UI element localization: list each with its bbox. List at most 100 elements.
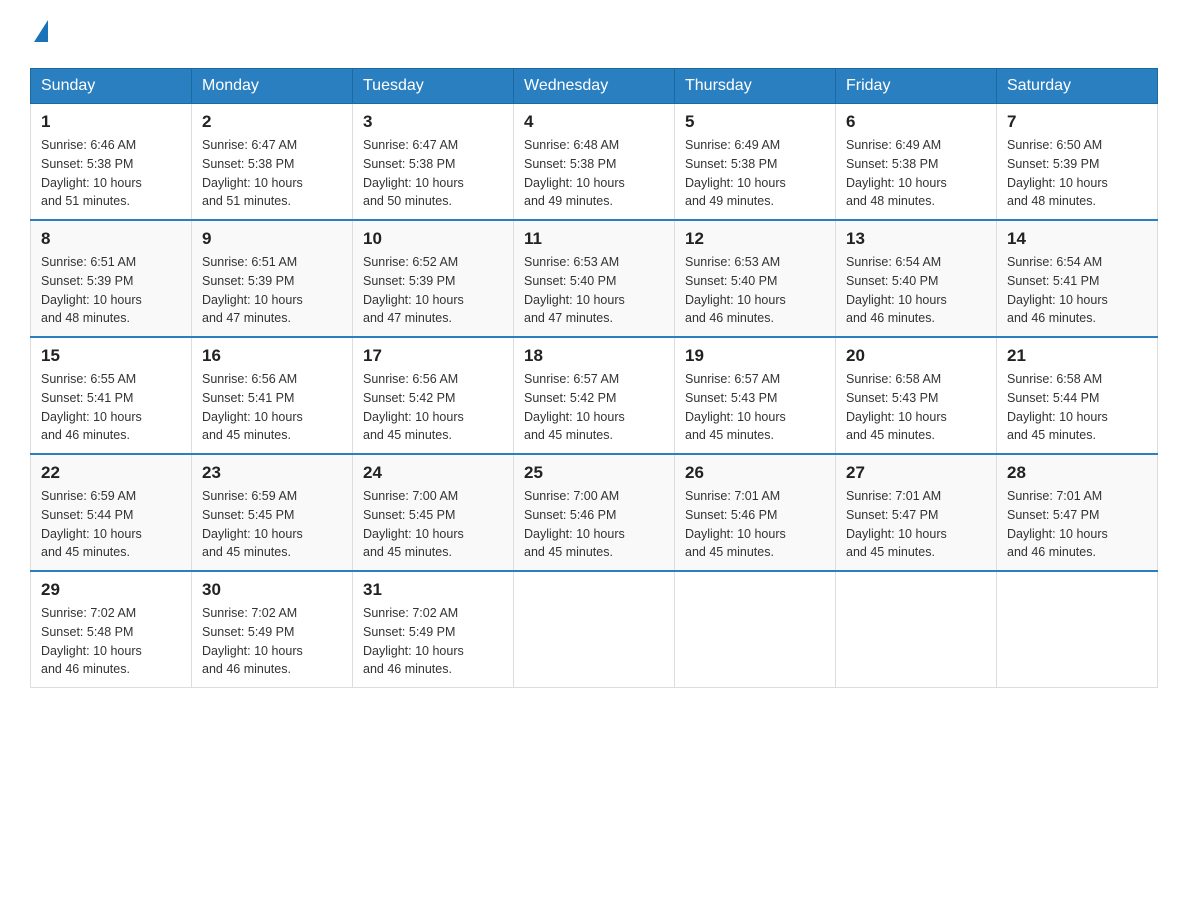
day-info: Sunrise: 7:02 AMSunset: 5:49 PMDaylight:… <box>202 604 342 679</box>
calendar-cell: 4Sunrise: 6:48 AMSunset: 5:38 PMDaylight… <box>514 104 675 221</box>
calendar-cell: 8 Sunrise: 6:51 AMSunset: 5:39 PMDaylight… <box>31 220 192 337</box>
day-number: 8 <box>41 229 181 249</box>
day-info: Sunrise: 7:00 AMSunset: 5:46 PMDaylight:… <box>524 487 664 562</box>
calendar-cell: 12 Sunrise: 6:53 AMSunset: 5:40 PMDayligh… <box>675 220 836 337</box>
calendar-cell: 25 Sunrise: 7:00 AMSunset: 5:46 PMDayligh… <box>514 454 675 571</box>
day-info: Sunrise: 6:53 AMSunset: 5:40 PMDaylight:… <box>685 253 825 328</box>
day-info: Sunrise: 6:56 AMSunset: 5:41 PMDaylight:… <box>202 370 342 445</box>
calendar-cell <box>997 571 1158 688</box>
day-info: Sunrise: 6:48 AMSunset: 5:38 PMDaylight:… <box>524 136 664 211</box>
calendar-week-row: 29 Sunrise: 7:02 AMSunset: 5:48 PMDayligh… <box>31 571 1158 688</box>
calendar-cell: 17 Sunrise: 6:56 AMSunset: 5:42 PMDayligh… <box>353 337 514 454</box>
day-number: 26 <box>685 463 825 483</box>
day-info: Sunrise: 6:51 AMSunset: 5:39 PMDaylight:… <box>41 253 181 328</box>
day-info: Sunrise: 6:57 AMSunset: 5:43 PMDaylight:… <box>685 370 825 445</box>
calendar-cell: 28Sunrise: 7:01 AMSunset: 5:47 PMDayligh… <box>997 454 1158 571</box>
day-number: 5 <box>685 112 825 132</box>
day-number: 19 <box>685 346 825 366</box>
calendar-cell: 21 Sunrise: 6:58 AMSunset: 5:44 PMDayligh… <box>997 337 1158 454</box>
day-info: Sunrise: 6:51 AMSunset: 5:39 PMDaylight:… <box>202 253 342 328</box>
day-number: 23 <box>202 463 342 483</box>
day-info: Sunrise: 6:46 AMSunset: 5:38 PMDaylight:… <box>41 136 181 211</box>
day-info: Sunrise: 7:01 AMSunset: 5:46 PMDaylight:… <box>685 487 825 562</box>
calendar-cell: 19 Sunrise: 6:57 AMSunset: 5:43 PMDayligh… <box>675 337 836 454</box>
day-info: Sunrise: 6:50 AMSunset: 5:39 PMDaylight:… <box>1007 136 1147 211</box>
day-info: Sunrise: 6:59 AMSunset: 5:45 PMDaylight:… <box>202 487 342 562</box>
calendar-cell: 27Sunrise: 7:01 AMSunset: 5:47 PMDayligh… <box>836 454 997 571</box>
calendar-cell: 9Sunrise: 6:51 AMSunset: 5:39 PMDaylight… <box>192 220 353 337</box>
calendar-week-row: 8 Sunrise: 6:51 AMSunset: 5:39 PMDaylight… <box>31 220 1158 337</box>
day-info: Sunrise: 6:55 AMSunset: 5:41 PMDaylight:… <box>41 370 181 445</box>
col-header-monday: Monday <box>192 69 353 104</box>
day-number: 7 <box>1007 112 1147 132</box>
calendar-week-row: 1Sunrise: 6:46 AMSunset: 5:38 PMDaylight… <box>31 104 1158 221</box>
day-number: 3 <box>363 112 503 132</box>
day-info: Sunrise: 6:58 AMSunset: 5:43 PMDaylight:… <box>846 370 986 445</box>
col-header-sunday: Sunday <box>31 69 192 104</box>
col-header-friday: Friday <box>836 69 997 104</box>
calendar-cell: 14 Sunrise: 6:54 AMSunset: 5:41 PMDayligh… <box>997 220 1158 337</box>
day-number: 22 <box>41 463 181 483</box>
logo-triangle-icon <box>34 20 48 42</box>
calendar-cell: 10Sunrise: 6:52 AMSunset: 5:39 PMDayligh… <box>353 220 514 337</box>
day-number: 20 <box>846 346 986 366</box>
day-number: 16 <box>202 346 342 366</box>
day-number: 21 <box>1007 346 1147 366</box>
day-info: Sunrise: 7:02 AMSunset: 5:48 PMDaylight:… <box>41 604 181 679</box>
day-info: Sunrise: 6:59 AMSunset: 5:44 PMDaylight:… <box>41 487 181 562</box>
day-info: Sunrise: 6:53 AMSunset: 5:40 PMDaylight:… <box>524 253 664 328</box>
calendar-cell: 11 Sunrise: 6:53 AMSunset: 5:40 PMDayligh… <box>514 220 675 337</box>
calendar-header-row: SundayMondayTuesdayWednesdayThursdayFrid… <box>31 69 1158 104</box>
day-info: Sunrise: 6:49 AMSunset: 5:38 PMDaylight:… <box>846 136 986 211</box>
calendar-cell <box>675 571 836 688</box>
day-number: 31 <box>363 580 503 600</box>
calendar-cell: 5 Sunrise: 6:49 AMSunset: 5:38 PMDaylight… <box>675 104 836 221</box>
day-number: 25 <box>524 463 664 483</box>
calendar-cell: 31 Sunrise: 7:02 AMSunset: 5:49 PMDayligh… <box>353 571 514 688</box>
day-info: Sunrise: 7:00 AMSunset: 5:45 PMDaylight:… <box>363 487 503 562</box>
calendar-cell: 30 Sunrise: 7:02 AMSunset: 5:49 PMDayligh… <box>192 571 353 688</box>
day-number: 10 <box>363 229 503 249</box>
logo <box>30 20 48 48</box>
calendar-cell: 24 Sunrise: 7:00 AMSunset: 5:45 PMDayligh… <box>353 454 514 571</box>
day-number: 14 <box>1007 229 1147 249</box>
calendar-cell: 16 Sunrise: 6:56 AMSunset: 5:41 PMDayligh… <box>192 337 353 454</box>
calendar-cell: 26 Sunrise: 7:01 AMSunset: 5:46 PMDayligh… <box>675 454 836 571</box>
day-info: Sunrise: 7:02 AMSunset: 5:49 PMDaylight:… <box>363 604 503 679</box>
calendar-cell: 20 Sunrise: 6:58 AMSunset: 5:43 PMDayligh… <box>836 337 997 454</box>
calendar-cell: 2Sunrise: 6:47 AMSunset: 5:38 PMDaylight… <box>192 104 353 221</box>
calendar-cell <box>836 571 997 688</box>
calendar-cell: 13 Sunrise: 6:54 AMSunset: 5:40 PMDayligh… <box>836 220 997 337</box>
calendar-cell: 29 Sunrise: 7:02 AMSunset: 5:48 PMDayligh… <box>31 571 192 688</box>
col-header-wednesday: Wednesday <box>514 69 675 104</box>
day-number: 12 <box>685 229 825 249</box>
day-info: Sunrise: 7:01 AMSunset: 5:47 PMDaylight:… <box>846 487 986 562</box>
day-number: 13 <box>846 229 986 249</box>
calendar-cell: 22 Sunrise: 6:59 AMSunset: 5:44 PMDayligh… <box>31 454 192 571</box>
calendar-cell: 3 Sunrise: 6:47 AMSunset: 5:38 PMDaylight… <box>353 104 514 221</box>
day-info: Sunrise: 6:49 AMSunset: 5:38 PMDaylight:… <box>685 136 825 211</box>
day-number: 29 <box>41 580 181 600</box>
day-number: 24 <box>363 463 503 483</box>
calendar-table: SundayMondayTuesdayWednesdayThursdayFrid… <box>30 68 1158 688</box>
day-number: 2 <box>202 112 342 132</box>
day-number: 6 <box>846 112 986 132</box>
day-info: Sunrise: 6:54 AMSunset: 5:40 PMDaylight:… <box>846 253 986 328</box>
col-header-saturday: Saturday <box>997 69 1158 104</box>
day-number: 15 <box>41 346 181 366</box>
calendar-week-row: 22 Sunrise: 6:59 AMSunset: 5:44 PMDayligh… <box>31 454 1158 571</box>
day-number: 17 <box>363 346 503 366</box>
day-info: Sunrise: 6:47 AMSunset: 5:38 PMDaylight:… <box>363 136 503 211</box>
day-info: Sunrise: 6:54 AMSunset: 5:41 PMDaylight:… <box>1007 253 1147 328</box>
calendar-week-row: 15 Sunrise: 6:55 AMSunset: 5:41 PMDayligh… <box>31 337 1158 454</box>
day-info: Sunrise: 6:58 AMSunset: 5:44 PMDaylight:… <box>1007 370 1147 445</box>
calendar-cell: 7 Sunrise: 6:50 AMSunset: 5:39 PMDaylight… <box>997 104 1158 221</box>
calendar-cell <box>514 571 675 688</box>
day-number: 30 <box>202 580 342 600</box>
day-info: Sunrise: 6:57 AMSunset: 5:42 PMDaylight:… <box>524 370 664 445</box>
day-number: 28 <box>1007 463 1147 483</box>
day-info: Sunrise: 6:56 AMSunset: 5:42 PMDaylight:… <box>363 370 503 445</box>
day-number: 11 <box>524 229 664 249</box>
calendar-cell: 15 Sunrise: 6:55 AMSunset: 5:41 PMDayligh… <box>31 337 192 454</box>
calendar-cell: 18Sunrise: 6:57 AMSunset: 5:42 PMDayligh… <box>514 337 675 454</box>
